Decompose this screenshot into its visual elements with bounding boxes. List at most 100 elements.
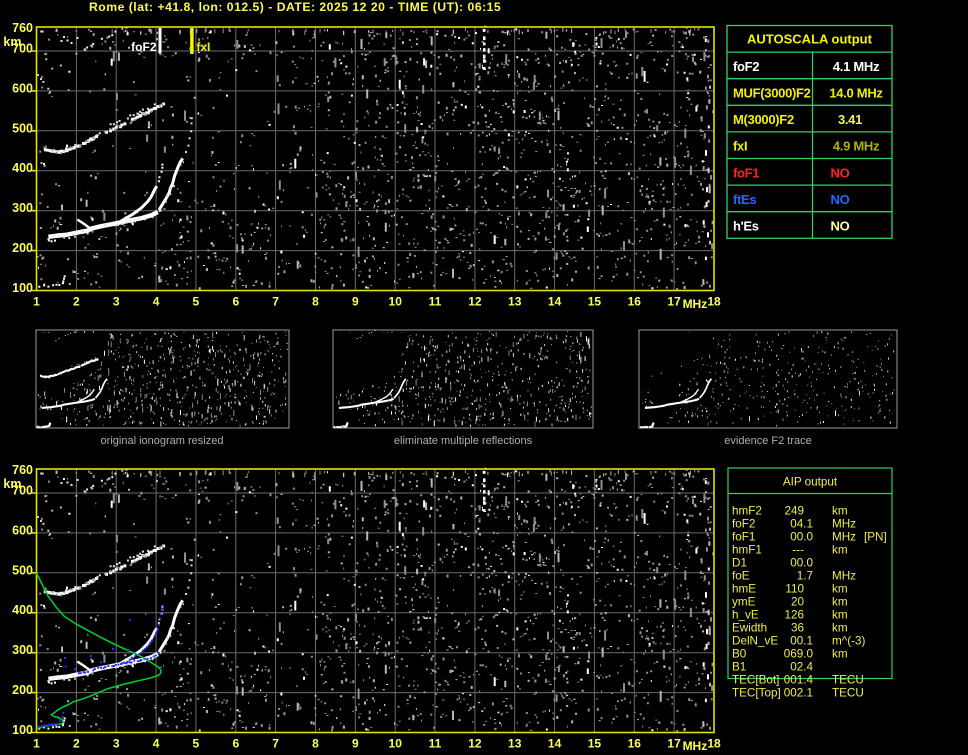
svg-text:00.1: 00.1 [790, 634, 813, 647]
svg-text:4: 4 [153, 737, 160, 751]
svg-text:300: 300 [12, 201, 33, 215]
svg-text:760: 760 [12, 463, 33, 477]
svg-text:fxI: fxI [196, 40, 210, 54]
svg-text:20: 20 [791, 595, 805, 608]
svg-text:2: 2 [73, 295, 80, 309]
svg-text:DelN_vE: DelN_vE [732, 634, 778, 647]
svg-text:foE: foE [732, 569, 750, 582]
svg-text:B1: B1 [732, 660, 746, 673]
svg-text:500: 500 [12, 563, 33, 577]
svg-text:MHz: MHz [683, 297, 708, 311]
svg-text:11: 11 [429, 295, 442, 309]
svg-text:760: 760 [12, 21, 33, 35]
svg-text:km: km [832, 608, 848, 621]
svg-text:12: 12 [468, 295, 482, 309]
svg-text:36: 36 [791, 621, 804, 634]
svg-text:[PN]: [PN] [864, 530, 887, 543]
svg-text:1.7: 1.7 [797, 569, 813, 582]
svg-text:km: km [832, 647, 848, 660]
svg-text:9: 9 [352, 295, 359, 309]
svg-text:700: 700 [12, 484, 33, 498]
svg-text:foF2: foF2 [131, 40, 157, 54]
svg-text:18: 18 [707, 295, 721, 309]
svg-text:10: 10 [389, 737, 403, 751]
svg-text:400: 400 [12, 161, 33, 175]
svg-text:300: 300 [12, 643, 33, 657]
svg-text:17: 17 [667, 737, 681, 751]
svg-text:ymE: ymE [732, 595, 756, 608]
svg-text:evidence F2 trace: evidence F2 trace [724, 435, 811, 447]
svg-text:km: km [832, 582, 848, 595]
svg-text:069.0: 069.0 [784, 647, 814, 660]
svg-text:16: 16 [628, 737, 642, 751]
svg-text:8: 8 [312, 737, 319, 751]
svg-text:002.1: 002.1 [784, 686, 813, 699]
svg-text:13: 13 [508, 737, 522, 751]
svg-text:1: 1 [33, 737, 40, 751]
svg-text:h'Es: h'Es [733, 219, 759, 234]
svg-text:D1: D1 [732, 556, 747, 569]
svg-text:17: 17 [667, 295, 681, 309]
svg-text:TEC[Bot]: TEC[Bot] [732, 673, 779, 686]
svg-text:km: km [832, 595, 848, 608]
svg-text:200: 200 [12, 241, 33, 255]
svg-text:1: 1 [33, 295, 40, 309]
svg-text:B0: B0 [732, 647, 747, 660]
svg-text:126: 126 [784, 608, 804, 621]
svg-text:4.9 MHz: 4.9 MHz [833, 139, 880, 154]
svg-text:m^(-3): m^(-3) [832, 634, 866, 647]
svg-text:7: 7 [272, 295, 279, 309]
svg-text:04.1: 04.1 [790, 517, 813, 530]
svg-text:hmF2: hmF2 [732, 504, 762, 517]
svg-text:---: --- [792, 543, 804, 556]
svg-text:AIP output: AIP output [783, 476, 838, 489]
svg-text:NO: NO [831, 165, 850, 180]
svg-text:TECU: TECU [832, 673, 864, 686]
svg-text:h_vE: h_vE [732, 608, 759, 621]
svg-text:16: 16 [628, 295, 642, 309]
svg-text:MHz: MHz [832, 569, 856, 582]
svg-text:original ionogram resized: original ionogram resized [101, 435, 224, 447]
svg-text:fxI: fxI [733, 139, 747, 154]
svg-text:NO: NO [831, 219, 850, 234]
svg-text:700: 700 [12, 42, 33, 56]
svg-text:km: km [832, 543, 848, 556]
svg-text:3.41: 3.41 [838, 112, 862, 127]
svg-text:9: 9 [352, 737, 359, 751]
svg-text:TECU: TECU [832, 686, 864, 699]
svg-text:M(3000)F2: M(3000)F2 [733, 112, 794, 127]
svg-text:249: 249 [784, 504, 804, 517]
svg-text:400: 400 [12, 603, 33, 617]
svg-text:4.1 MHz: 4.1 MHz [833, 59, 880, 74]
svg-text:TEC[Top]: TEC[Top] [732, 686, 781, 699]
svg-text:6: 6 [232, 737, 239, 751]
svg-text:600: 600 [12, 523, 33, 537]
svg-text:7: 7 [272, 737, 279, 751]
svg-text:00.0: 00.0 [790, 530, 813, 543]
svg-text:AUTOSCALA output: AUTOSCALA output [747, 31, 873, 46]
svg-text:110: 110 [785, 582, 804, 595]
svg-text:6: 6 [232, 295, 239, 309]
svg-text:100: 100 [12, 723, 33, 737]
svg-text:00.0: 00.0 [790, 556, 813, 569]
svg-text:3: 3 [113, 737, 120, 751]
svg-text:eliminate multiple reflections: eliminate multiple reflections [394, 435, 533, 447]
svg-text:13: 13 [508, 295, 522, 309]
svg-text:hmF1: hmF1 [732, 543, 762, 556]
svg-text:4: 4 [153, 295, 160, 309]
svg-text:500: 500 [12, 121, 33, 135]
svg-text:foF2: foF2 [732, 517, 755, 530]
svg-text:foF2: foF2 [733, 59, 759, 74]
svg-text:km: km [832, 504, 848, 517]
svg-text:MHz: MHz [683, 739, 708, 753]
svg-text:MHz: MHz [832, 530, 856, 543]
svg-text:5: 5 [193, 295, 200, 309]
svg-text:15: 15 [588, 295, 602, 309]
svg-text:14: 14 [548, 737, 562, 751]
svg-text:02.4: 02.4 [790, 660, 813, 673]
svg-text:200: 200 [12, 683, 33, 697]
svg-text:hmE: hmE [732, 582, 756, 595]
svg-text:2: 2 [73, 737, 80, 751]
svg-text:8: 8 [312, 295, 319, 309]
svg-text:foF1: foF1 [732, 530, 755, 543]
